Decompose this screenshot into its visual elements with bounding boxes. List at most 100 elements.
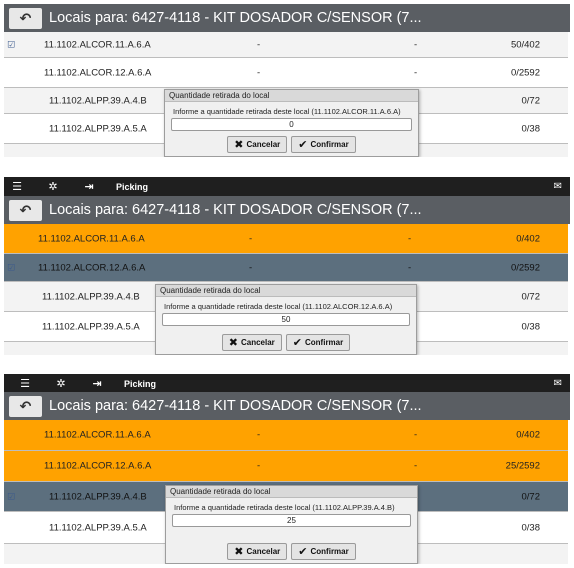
location-code: 11.1102.ALCOR.12.A.6.A (44, 460, 152, 472)
confirm-button[interactable]: ✔ Confirmar (285, 334, 351, 351)
confirm-label: Confirmar (305, 338, 344, 347)
quantity-input[interactable]: 0 (171, 118, 412, 131)
app-toolbar: ☰ ✲ ⇥ Picking ✉ (4, 177, 570, 196)
list-item[interactable]: 11.1102.ALCOR.11.A.6.A - - 0/402 (4, 420, 568, 451)
column-placeholder: - (257, 67, 261, 78)
column-placeholder: - (257, 429, 261, 441)
checkmark-icon: ✔ (292, 337, 302, 349)
location-code: 11.1102.ALPP.39.A.4.B (42, 291, 140, 302)
confirm-label: Confirmar (310, 547, 349, 556)
list-icon[interactable]: ☰ (10, 181, 24, 193)
confirm-button[interactable]: ✔ Confirmar (291, 543, 356, 560)
list-item[interactable]: 11.1102.ALCOR.12.A.6.A - - 25/2592 (4, 451, 568, 482)
dialog-message: Informe a quantidade retirada deste loca… (164, 302, 393, 311)
back-button[interactable]: ↶ (9, 199, 42, 221)
location-code: 11.1102.ALCOR.11.A.6.A (44, 39, 151, 50)
check-icon: ☑ (7, 262, 16, 272)
cancel-button[interactable]: ✖ Cancelar (227, 136, 288, 153)
quantity-value: 0/402 (516, 429, 540, 441)
quantity-value: 0/72 (521, 291, 541, 302)
quantity-value: 50/402 (510, 39, 540, 50)
check-icon: ☑ (7, 39, 16, 49)
column-placeholder: - (257, 39, 261, 50)
location-code: 11.1102.ALCOR.11.A.6.A (38, 233, 145, 244)
title-bar: ↶ Locais para: 6427-4118 - KIT DOSADOR C… (4, 4, 570, 32)
quantity-value: 25/2592 (505, 460, 540, 472)
page-title: Locais para: 6427-4118 - KIT DOSADOR C/S… (49, 398, 422, 414)
location-code: 11.1102.ALCOR.12.A.6.A (44, 67, 152, 78)
cancel-label: Cancelar (246, 547, 281, 556)
app-title: Picking (124, 378, 157, 389)
location-code: 11.1102.ALPP.39.A.5.A (49, 123, 147, 134)
back-icon: ↶ (19, 397, 32, 414)
column-placeholder: - (249, 233, 253, 244)
close-icon: ✖ (234, 139, 244, 151)
close-icon: ✖ (228, 337, 238, 349)
title-bar: ↶ Locais para: 6427-4118 - KIT DOSADOR C… (4, 392, 570, 420)
quantity-input[interactable]: 25 (172, 514, 411, 527)
dialog-message: Informe a quantidade retirada deste loca… (174, 503, 395, 512)
location-code: 11.1102.ALCOR.11.A.6.A (44, 429, 151, 441)
quantity-value: 0/38 (521, 123, 541, 134)
cancel-button[interactable]: ✖ Cancelar (227, 543, 288, 560)
dialog-title: Quantidade retirada do local (166, 486, 417, 498)
column-placeholder: - (408, 262, 412, 273)
close-icon: ✖ (234, 546, 244, 558)
list-item[interactable]: ☑ 11.1102.ALCOR.11.A.6.A - - 50/402 (4, 32, 568, 58)
back-button[interactable]: ↶ (9, 395, 42, 417)
page-title: Locais para: 6427-4118 - KIT DOSADOR C/S… (49, 202, 422, 218)
back-icon: ↶ (19, 201, 32, 218)
cancel-label: Cancelar (240, 338, 275, 347)
confirm-button[interactable]: ✔ Confirmar (291, 136, 356, 153)
gear-icon[interactable]: ✲ (46, 181, 60, 193)
quantity-value: 0/2592 (510, 262, 540, 273)
page-title: Locais para: 6427-4118 - KIT DOSADOR C/S… (49, 10, 422, 26)
gear-icon[interactable]: ✲ (54, 378, 68, 390)
back-button[interactable]: ↶ (9, 7, 42, 29)
quantity-dialog: Quantidade retirada do local Informe a q… (164, 89, 419, 157)
checkmark-icon: ✔ (298, 139, 308, 151)
quantity-value: 0/2592 (510, 67, 540, 78)
app-toolbar: ☰ ✲ ⇥ Picking ✉ (4, 374, 570, 393)
cancel-label: Cancelar (246, 140, 281, 149)
location-code: 11.1102.ALPP.39.A.5.A (42, 321, 140, 332)
screenshot-panel-2: ☰ ✲ ⇥ Picking ✉ ↶ Locais para: 6427-4118… (0, 174, 574, 355)
back-icon: ↶ (19, 9, 32, 26)
list-item[interactable]: 11.1102.ALCOR.12.A.6.A - - 0/2592 (4, 58, 568, 88)
quantity-dialog: Quantidade retirada do local Informe a q… (165, 485, 418, 564)
quantity-value: 0/38 (521, 522, 541, 533)
cancel-button[interactable]: ✖ Cancelar (221, 334, 282, 351)
quantity-dialog: Quantidade retirada do local Informe a q… (155, 284, 417, 355)
column-placeholder: - (408, 233, 412, 244)
screenshot-panel-1: ↶ Locais para: 6427-4118 - KIT DOSADOR C… (0, 0, 574, 157)
quantity-input[interactable]: 50 (162, 313, 410, 326)
exit-icon[interactable]: ⇥ (82, 181, 96, 193)
dialog-title: Quantidade retirada do local (165, 90, 418, 102)
column-placeholder: - (249, 262, 253, 273)
column-placeholder: - (414, 67, 418, 78)
location-code: 11.1102.ALPP.39.A.5.A (49, 522, 147, 533)
column-placeholder: - (414, 39, 418, 50)
location-code: 11.1102.ALPP.39.A.4.B (49, 491, 147, 502)
screenshot-panel-3: ☰ ✲ ⇥ Picking ✉ ↶ Locais para: 6427-4118… (0, 372, 574, 564)
location-code: 11.1102.ALCOR.12.A.6.A (38, 262, 146, 273)
column-placeholder: - (414, 460, 418, 472)
checkmark-icon: ✔ (298, 546, 308, 558)
title-bar: ↶ Locais para: 6427-4118 - KIT DOSADOR C… (4, 196, 570, 224)
exit-icon[interactable]: ⇥ (90, 378, 104, 390)
column-placeholder: - (257, 460, 261, 472)
app-title: Picking (116, 181, 149, 192)
mail-icon[interactable]: ✉ (554, 181, 562, 192)
location-code: 11.1102.ALPP.39.A.4.B (49, 95, 147, 106)
mail-icon[interactable]: ✉ (554, 378, 562, 389)
list-item[interactable]: ☑ 11.1102.ALCOR.12.A.6.A - - 0/2592 (4, 254, 568, 282)
quantity-value: 0/38 (521, 321, 541, 332)
list-item[interactable]: 11.1102.ALCOR.11.A.6.A - - 0/402 (4, 224, 568, 254)
list-icon[interactable]: ☰ (18, 378, 32, 390)
check-icon: ☑ (7, 491, 16, 501)
confirm-label: Confirmar (310, 140, 349, 149)
quantity-value: 0/402 (516, 233, 540, 244)
quantity-value: 0/72 (521, 491, 541, 502)
dialog-message: Informe a quantidade retirada deste loca… (173, 107, 401, 116)
quantity-value: 0/72 (521, 95, 541, 106)
